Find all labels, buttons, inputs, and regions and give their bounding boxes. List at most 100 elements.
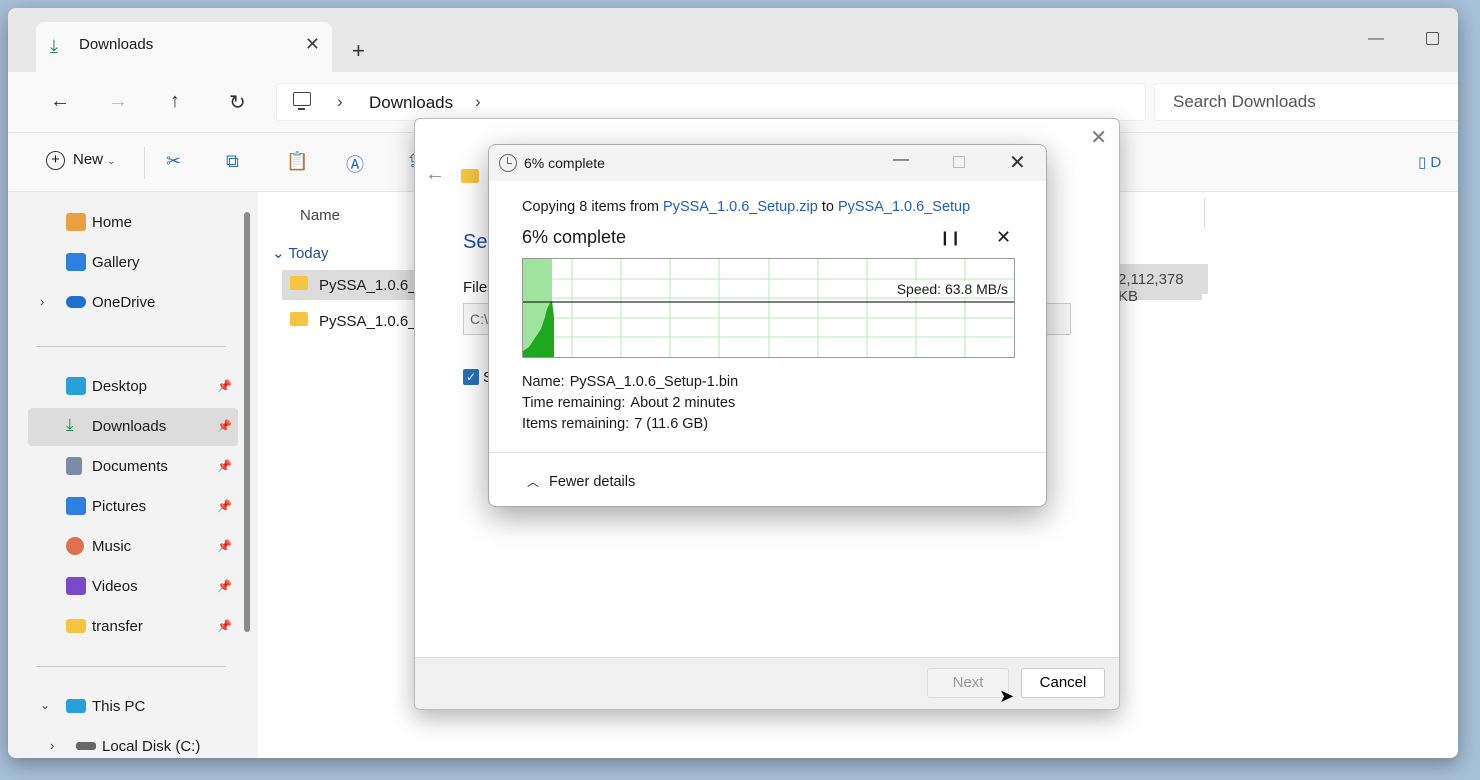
videos-icon: [66, 577, 86, 595]
refresh-icon[interactable]: ↻: [229, 90, 246, 115]
column-separator[interactable]: [1204, 198, 1205, 228]
search-input[interactable]: [1173, 92, 1453, 112]
sidebar-item-desktop[interactable]: Desktop 📌: [28, 368, 238, 406]
up-arrow-icon[interactable]: ↑: [170, 90, 180, 113]
new-button[interactable]: + New ⌄: [46, 151, 116, 170]
sidebar-item-this-pc[interactable]: ⌄ This PC: [28, 688, 238, 726]
pin-icon[interactable]: 📌: [217, 619, 232, 633]
sidebar-item-videos[interactable]: Videos 📌: [28, 568, 238, 606]
chevron-down-icon[interactable]: ⌄: [40, 698, 50, 712]
speed-graph-svg: [523, 259, 1014, 357]
maximize-button[interactable]: [953, 156, 965, 168]
address-bar[interactable]: › Downloads ›: [276, 83, 1146, 121]
sidebar-item-gallery[interactable]: Gallery: [28, 244, 238, 282]
next-button[interactable]: Next: [927, 668, 1009, 698]
new-button-label: New: [73, 151, 104, 168]
show-files-checkbox[interactable]: ✓: [463, 369, 479, 385]
pin-icon[interactable]: 📌: [217, 459, 232, 473]
search-box[interactable]: [1154, 83, 1458, 121]
download-icon: ⤓: [50, 36, 58, 56]
chevron-right-icon[interactable]: ›: [50, 738, 54, 753]
folder-icon: [290, 312, 308, 326]
column-header-name[interactable]: Name: [300, 207, 340, 224]
back-arrow-icon[interactable]: ←: [50, 90, 70, 113]
sidebar-item-transfer[interactable]: transfer 📌: [28, 608, 238, 646]
destination-link[interactable]: PySSA_1.0.6_Setup: [838, 199, 970, 215]
sidebar-divider: [36, 346, 226, 347]
name-label: Name:: [522, 374, 565, 390]
group-header-today[interactable]: ⌄ Today: [272, 244, 329, 262]
gallery-icon: [66, 253, 86, 271]
items-label: Items remaining:: [522, 416, 630, 432]
info-time: Time remaining: About 2 minutes: [522, 395, 735, 411]
sidebar-item-label: Downloads: [92, 418, 167, 435]
pin-icon[interactable]: 📌: [217, 499, 232, 513]
details-pane-button[interactable]: ▯ D: [1418, 153, 1441, 171]
pause-button[interactable]: ❙❙: [939, 229, 961, 246]
clock-icon: [499, 154, 517, 172]
pin-icon[interactable]: 📌: [217, 419, 232, 433]
pin-icon[interactable]: 📌: [217, 539, 232, 553]
sidebar-item-pictures[interactable]: Pictures 📌: [28, 488, 238, 526]
fewer-details-button[interactable]: ︿ Fewer details: [527, 473, 635, 490]
sidebar-item-label: Documents: [92, 458, 168, 475]
source-link[interactable]: PySSA_1.0.6_Setup.zip: [663, 199, 818, 215]
dialog-divider: [489, 452, 1046, 453]
dialog-titlebar: 6% complete — ✕: [489, 145, 1046, 181]
speed-readout: Speed: 63.8 MB/s: [896, 281, 1008, 297]
rename-icon[interactable]: Ⓐ: [346, 151, 364, 177]
time-value: About 2 minutes: [630, 395, 736, 411]
sidebar-item-home[interactable]: Home: [28, 204, 238, 242]
sidebar-item-local-disk[interactable]: › Local Disk (C:): [38, 728, 248, 758]
cancel-button[interactable]: Cancel: [1021, 668, 1105, 698]
mouse-cursor-icon: ➤: [999, 686, 1015, 706]
window-minimize-button[interactable]: —: [1368, 30, 1384, 48]
window-maximize-button[interactable]: [1426, 32, 1439, 45]
documents-icon: [66, 457, 82, 475]
sidebar-item-label: Pictures: [92, 498, 147, 515]
chevron-right-icon[interactable]: ›: [40, 294, 44, 309]
close-icon[interactable]: ✕: [1009, 150, 1026, 175]
music-icon: [66, 537, 84, 555]
info-name: Name: PySSA_1.0.6_Setup-1.bin: [522, 374, 738, 390]
dialog-title: 6% complete: [524, 155, 605, 171]
wizard-footer: Next Cancel ➤: [415, 657, 1119, 709]
sidebar-item-onedrive[interactable]: › OneDrive: [28, 284, 238, 322]
sidebar-item-label: Home: [92, 214, 133, 231]
sidebar-item-label: Music: [92, 538, 132, 555]
home-icon: [66, 213, 86, 231]
tab-downloads[interactable]: ⤓ Downloads ✕: [36, 22, 332, 72]
sidebar-scrollbar[interactable]: [244, 212, 250, 632]
pin-icon[interactable]: 📌: [217, 579, 232, 593]
drive-icon: [76, 742, 96, 750]
cut-icon[interactable]: ✂: [166, 151, 181, 172]
folder-icon: [66, 619, 86, 633]
paste-icon[interactable]: 📋: [286, 151, 308, 172]
plus-icon: +: [46, 151, 65, 170]
to-word: to: [817, 199, 838, 215]
tab-title: Downloads: [79, 36, 154, 53]
close-icon[interactable]: ✕: [1090, 125, 1107, 150]
tab-close-icon[interactable]: ✕: [305, 34, 320, 55]
copy-icon[interactable]: ⧉: [226, 151, 239, 172]
copy-prefix: Copying 8 items from: [522, 199, 664, 215]
fewer-details-label: Fewer details: [549, 474, 636, 490]
minimize-button[interactable]: —: [893, 151, 909, 169]
pin-icon[interactable]: 📌: [217, 379, 232, 393]
sidebar-item-music[interactable]: Music 📌: [28, 528, 238, 566]
back-arrow-icon[interactable]: ←: [425, 163, 445, 186]
sidebar-item-label: Local Disk (C:): [102, 738, 201, 755]
cancel-copy-button[interactable]: ✕: [996, 227, 1011, 248]
new-tab-button[interactable]: +: [352, 38, 365, 64]
chevron-right-icon[interactable]: ›: [337, 92, 343, 112]
zip-folder-icon: [461, 169, 479, 183]
sidebar-item-downloads[interactable]: ⤓ Downloads 📌: [28, 408, 238, 446]
sidebar-item-documents[interactable]: Documents 📌: [28, 448, 238, 486]
time-label: Time remaining:: [522, 395, 626, 411]
this-pc-icon: [66, 699, 86, 713]
forward-arrow-icon[interactable]: →: [108, 90, 128, 113]
sidebar-divider: [36, 666, 226, 667]
pictures-icon: [66, 497, 86, 515]
breadcrumb[interactable]: Downloads: [369, 93, 453, 113]
chevron-right-icon[interactable]: ›: [475, 92, 481, 112]
